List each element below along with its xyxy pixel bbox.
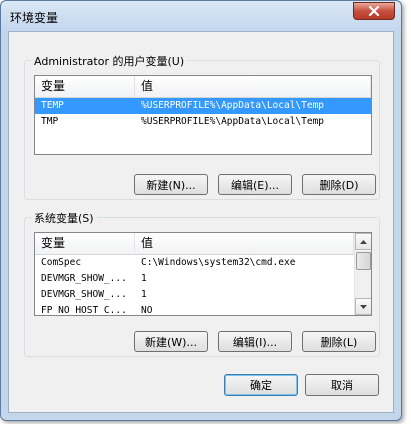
- close-icon: [368, 6, 380, 16]
- user-delete-button[interactable]: 删除(D): [302, 174, 376, 195]
- system-var-row[interactable]: DEVMGR_SHOW_... 1: [35, 287, 354, 303]
- var-value: NO: [141, 305, 153, 316]
- user-var-row-temp[interactable]: TEMP %USERPROFILE%\AppData\Local\Temp: [35, 98, 371, 114]
- ok-button[interactable]: 确定: [224, 374, 298, 396]
- system-delete-button[interactable]: 删除(L): [302, 331, 376, 352]
- title-bar[interactable]: 环境变量: [1, 1, 401, 31]
- system-edit-button[interactable]: 编辑(I)...: [218, 331, 292, 352]
- system-vars-list[interactable]: 变量 值 ComSpec C:\Windows\system32\cmd.exe…: [34, 232, 372, 316]
- user-vars-group: Administrator 的用户变量(U) 变量 值 TEMP %USERPR…: [24, 53, 380, 200]
- user-vars-header: 变量 值: [35, 76, 371, 98]
- system-vars-label: 系统变量(S): [31, 210, 97, 226]
- user-edit-button[interactable]: 编辑(E)...: [218, 174, 292, 195]
- var-name: TEMP: [41, 100, 64, 111]
- system-vars-header: 变量 值: [35, 233, 354, 255]
- column-header-variable[interactable]: 变量: [35, 76, 135, 98]
- arrow-up-icon: [360, 239, 367, 244]
- window-title: 环境变量: [10, 11, 59, 25]
- system-new-button[interactable]: 新建(W)...: [134, 331, 208, 352]
- var-value: 1: [141, 289, 147, 300]
- scroll-thumb[interactable]: [356, 252, 371, 270]
- var-name: FP_NO_HOST_C...: [41, 305, 127, 316]
- column-header-variable[interactable]: 变量: [35, 233, 135, 255]
- close-button[interactable]: [353, 2, 395, 20]
- env-vars-window: 环境变量 Administrator 的用户变量(U) 变量 值 TEMP %U…: [0, 0, 402, 421]
- var-name: ComSpec: [41, 257, 82, 268]
- system-var-row[interactable]: FP_NO_HOST_C... NO: [35, 303, 354, 316]
- column-header-value[interactable]: 值: [135, 233, 354, 255]
- system-var-row[interactable]: ComSpec C:\Windows\system32\cmd.exe: [35, 255, 354, 271]
- var-value: %USERPROFILE%\AppData\Local\Temp: [141, 100, 325, 111]
- var-name: DEVMGR_SHOW_...: [41, 273, 127, 284]
- var-name: DEVMGR_SHOW_...: [41, 289, 127, 300]
- user-vars-label: Administrator 的用户变量(U): [31, 53, 188, 69]
- column-header-value[interactable]: 值: [135, 76, 371, 98]
- dialog-client: Administrator 的用户变量(U) 变量 值 TEMP %USERPR…: [8, 31, 394, 413]
- vertical-scrollbar[interactable]: [354, 233, 371, 315]
- scroll-down-button[interactable]: [355, 298, 371, 315]
- var-value: %USERPROFILE%\AppData\Local\Temp: [141, 116, 325, 127]
- user-vars-list[interactable]: 变量 值 TEMP %USERPROFILE%\AppData\Local\Te…: [34, 75, 372, 155]
- var-value: C:\Windows\system32\cmd.exe: [141, 257, 296, 268]
- system-vars-group: 系统变量(S) 变量 值 ComSpec C:\Windows\system32…: [24, 210, 380, 357]
- system-var-row[interactable]: DEVMGR_SHOW_... 1: [35, 271, 354, 287]
- arrow-down-icon: [360, 304, 367, 309]
- var-name: TMP: [41, 116, 59, 127]
- var-value: 1: [141, 273, 147, 284]
- cancel-button[interactable]: 取消: [305, 374, 379, 396]
- user-new-button[interactable]: 新建(N)...: [134, 174, 208, 195]
- user-var-row-tmp[interactable]: TMP %USERPROFILE%\AppData\Local\Temp: [35, 114, 371, 130]
- scroll-up-button[interactable]: [355, 233, 371, 250]
